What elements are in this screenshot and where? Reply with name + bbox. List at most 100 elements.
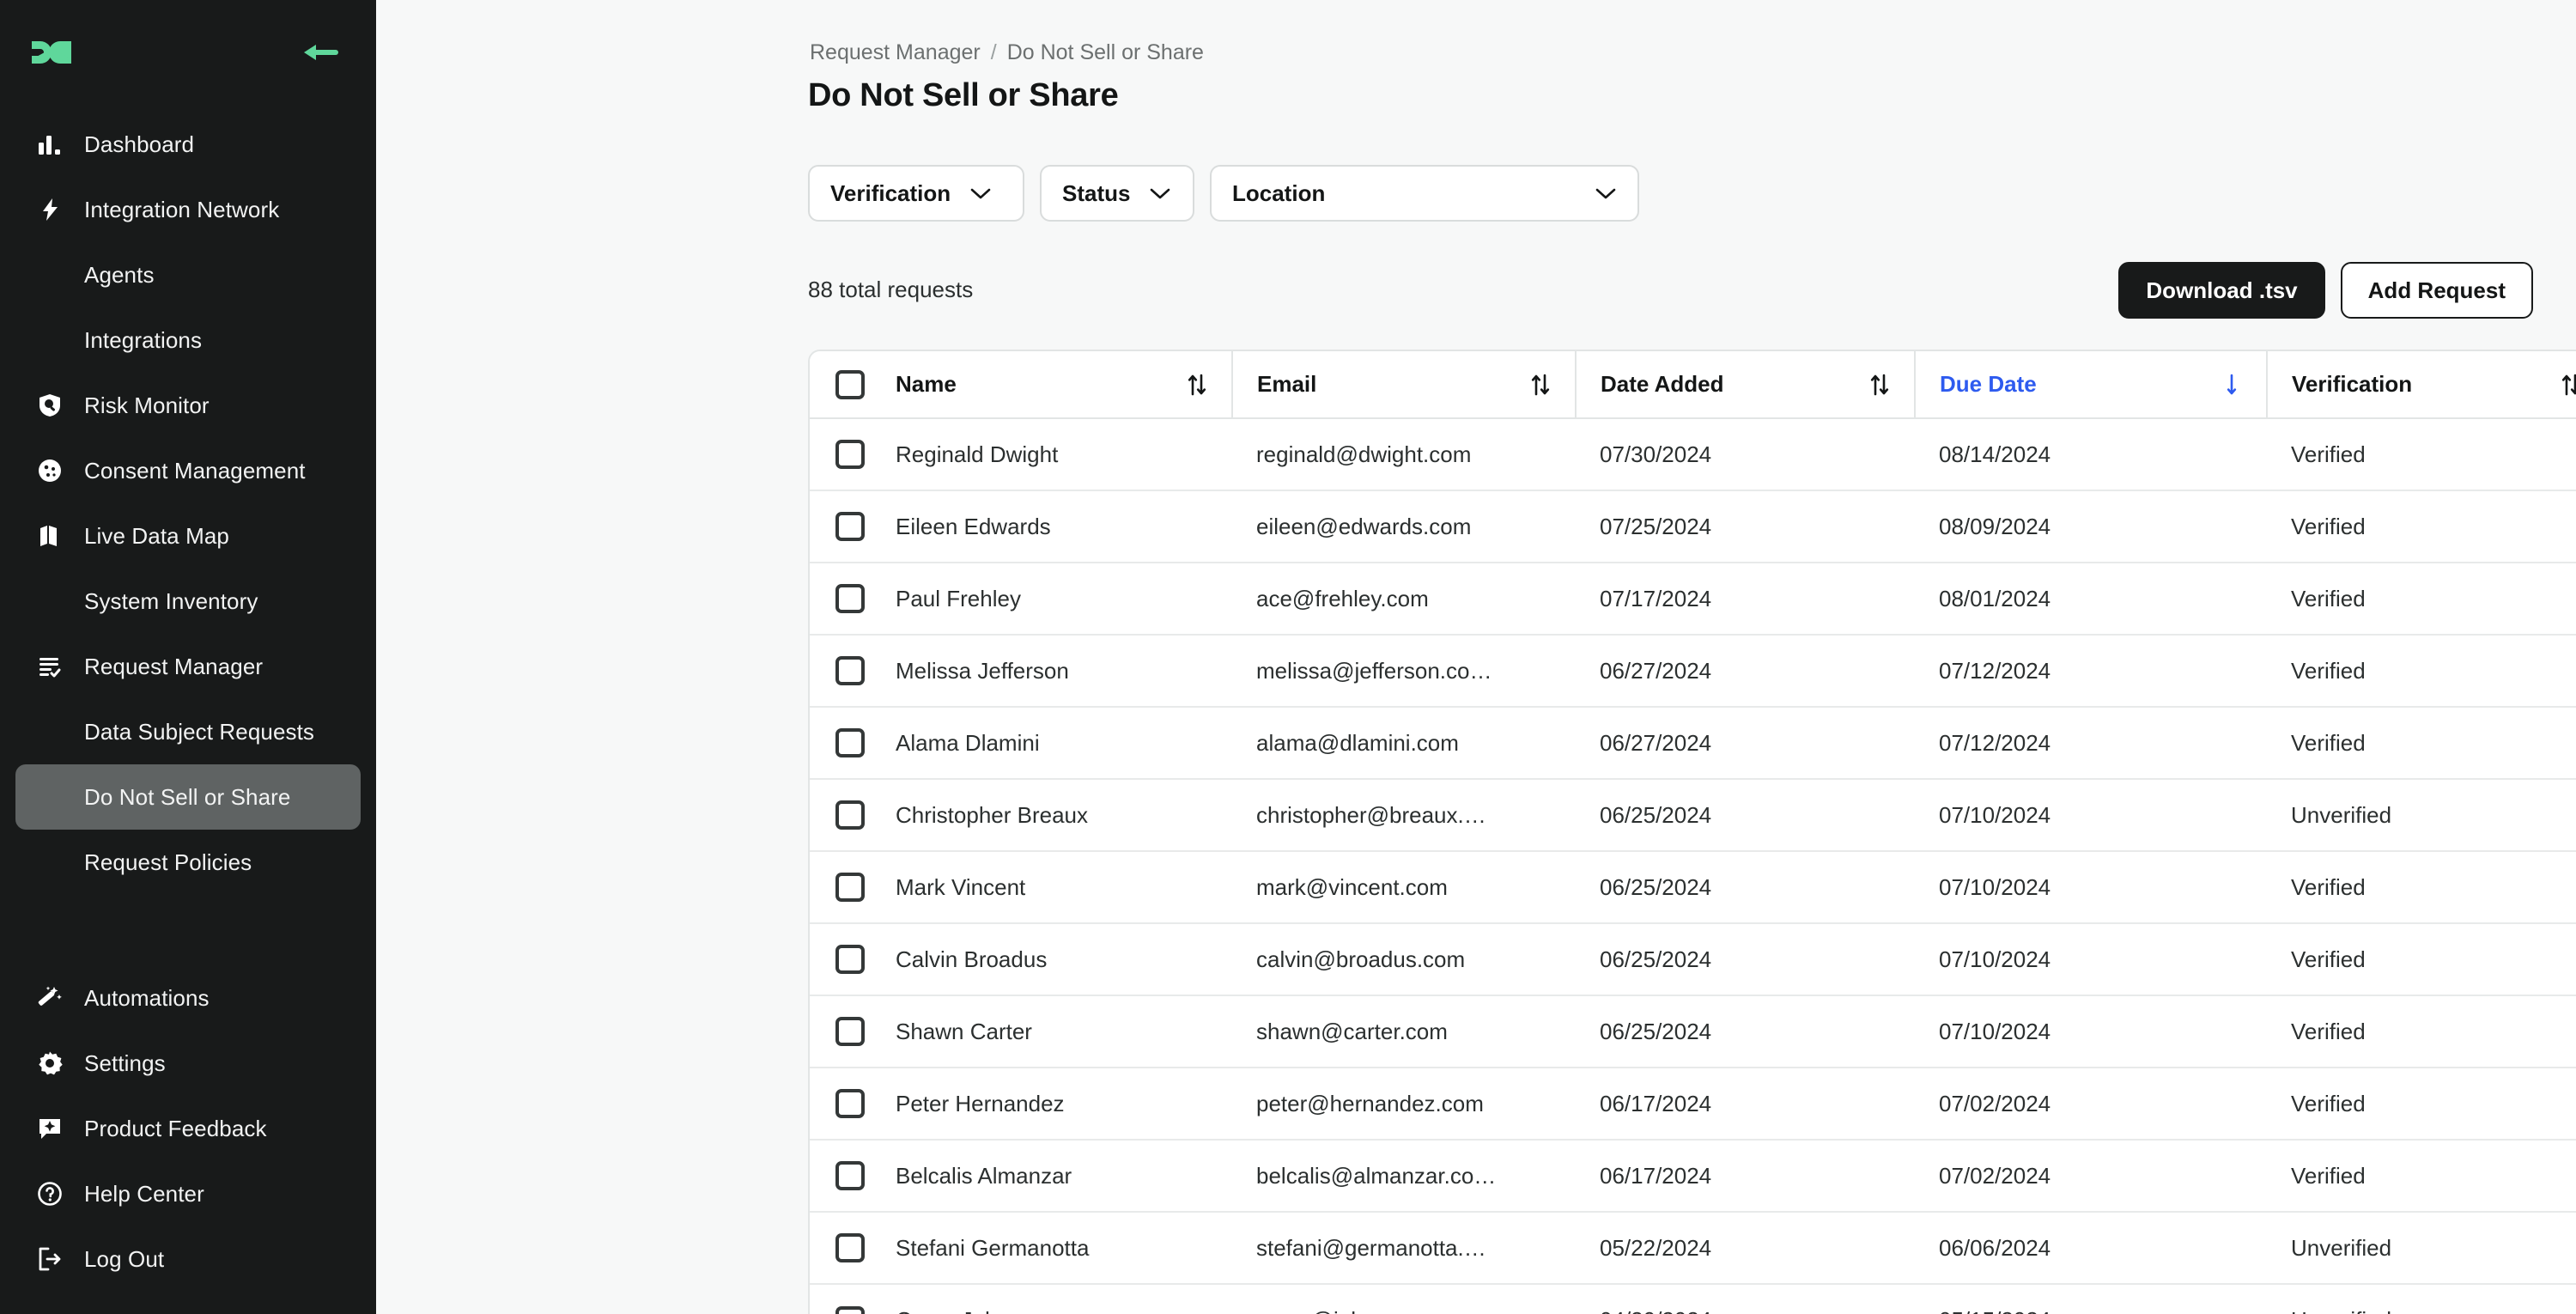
sidebar-item-do-not-sell-or-share[interactable]: Do Not Sell or Share <box>15 764 361 830</box>
row-select-checkbox[interactable] <box>835 1017 865 1046</box>
collapse-sidebar-arrow-icon[interactable] <box>297 38 345 67</box>
column-header-verification[interactable]: Verification <box>2267 351 2576 419</box>
sidebar-item-risk-monitor[interactable]: Risk Monitor <box>15 373 361 438</box>
row-select-checkbox[interactable] <box>835 1089 865 1118</box>
sidebar-item-data-subject-requests[interactable]: Data Subject Requests <box>15 699 361 764</box>
table-row[interactable]: Melissa Jefferson melissa@jefferson.co… 06… <box>810 635 2576 708</box>
row-select-checkbox[interactable] <box>835 656 865 685</box>
table-row[interactable]: Calvin Broadus calvin@broadus.com 06/25/20… <box>810 923 2576 996</box>
sidebar-item-label: Log Out <box>84 1245 165 1272</box>
cell-date-added: 06/17/2024 <box>1576 1068 1915 1141</box>
cell-name: Christopher Breaux <box>872 779 1232 852</box>
table-row[interactable]: Eileen Edwards eileen@edwards.com 07/25/20… <box>810 490 2576 563</box>
cell-date-added: 05/22/2024 <box>1576 1212 1915 1285</box>
magic-wand-icon <box>34 982 65 1013</box>
cell-verification: Verified <box>2267 995 2576 1068</box>
sidebar-item-settings[interactable]: Settings <box>15 1031 361 1096</box>
column-header-date-added[interactable]: Date Added <box>1576 351 1916 419</box>
table-row[interactable]: Reginald Dwight reginald@dwight.com 07/30/… <box>810 418 2576 491</box>
sidebar-secondary-nav: Automations Settings Product Feedback He… <box>0 965 376 1314</box>
sidebar-item-dashboard[interactable]: Dashboard <box>15 112 361 177</box>
cell-email: calvin@broadus.com <box>1232 923 1576 996</box>
sort-descending-icon[interactable] <box>2221 373 2242 397</box>
cell-date-added: 07/17/2024 <box>1576 563 1915 636</box>
cell-email: reginald@dwight.com <box>1232 418 1576 491</box>
row-select-checkbox[interactable] <box>835 873 865 902</box>
table-row[interactable]: Shawn Carter shawn@carter.com 06/25/2024 07… <box>810 995 2576 1068</box>
filter-status[interactable]: Status <box>1040 165 1194 222</box>
cell-email: peter@hernandez.com <box>1232 1068 1576 1141</box>
sort-updown-icon[interactable] <box>1869 373 1890 397</box>
column-header-email[interactable]: Email <box>1232 351 1577 419</box>
sidebar-item-help-center[interactable]: Help Center <box>15 1161 361 1226</box>
cell-email: stefani@germanotta.… <box>1232 1212 1576 1285</box>
sidebar-item-live-data-map[interactable]: Live Data Map <box>15 503 361 569</box>
table-row[interactable]: Caryn Johnsoncaryn@johnson.com04/30/2024… <box>810 1284 2576 1314</box>
row-select-checkbox[interactable] <box>835 1161 865 1190</box>
filter-location[interactable]: Location <box>1210 165 1639 222</box>
select-all-checkbox[interactable] <box>835 369 865 399</box>
sidebar-primary-nav: Dashboard Integration Network Agents Int… <box>0 112 376 895</box>
sidebar-item-system-inventory[interactable]: System Inventory <box>15 569 361 634</box>
sidebar-item-label: Request Policies <box>84 849 252 875</box>
cell-due-date: 07/10/2024 <box>1915 851 2267 924</box>
sidebar-item-label: Help Center <box>84 1180 204 1207</box>
sidebar-item-request-policies[interactable]: Request Policies <box>15 830 361 895</box>
filter-bar: Verification Status Location <box>808 165 1639 222</box>
cell-verification: Verified <box>2267 707 2576 780</box>
sidebar-item-log-out[interactable]: Log Out <box>15 1226 361 1292</box>
column-header-due-date[interactable]: Due Date <box>1915 351 2268 419</box>
sidebar-item-label: System Inventory <box>84 587 258 614</box>
cell-name: Melissa Jefferson <box>872 635 1232 708</box>
row-select-checkbox[interactable] <box>835 584 865 613</box>
table-row[interactable]: Peter Hernandez peter@hernandez.com 06/17/… <box>810 1068 2576 1141</box>
row-select-checkbox[interactable] <box>835 800 865 830</box>
cell-name: Eileen Edwards <box>872 490 1232 563</box>
download-tsv-button[interactable]: Download .tsv <box>2118 262 2325 319</box>
row-select-checkbox[interactable] <box>835 1305 865 1314</box>
table-row[interactable]: Alama Dlamini alama@dlamini.com 06/27/2024… <box>810 707 2576 780</box>
breadcrumb-parent-link[interactable]: Request Manager <box>810 40 981 64</box>
row-select-checkbox[interactable] <box>835 728 865 757</box>
sidebar-item-label: Automations <box>84 984 210 1011</box>
sort-updown-icon[interactable] <box>1187 373 1207 397</box>
sidebar-header <box>0 29 376 76</box>
row-select-checkbox[interactable] <box>835 512 865 541</box>
table-row[interactable]: Belcalis Almanzar belcalis@almanzar.co… 06… <box>810 1140 2576 1213</box>
cell-date-added: 06/25/2024 <box>1576 851 1915 924</box>
filter-verification[interactable]: Verification <box>808 165 1024 222</box>
row-select-checkbox[interactable] <box>835 1233 865 1262</box>
add-request-button[interactable]: Add Request <box>2340 262 2533 319</box>
list-check-icon <box>34 651 65 682</box>
sidebar-item-integration-network[interactable]: Integration Network <box>15 177 361 242</box>
column-label: Name <box>896 371 957 397</box>
sidebar-item-automations[interactable]: Automations <box>15 965 361 1031</box>
sidebar-item-integrations[interactable]: Integrations <box>15 307 361 373</box>
sidebar-item-agents[interactable]: Agents <box>15 242 361 307</box>
sidebar-item-product-feedback[interactable]: Product Feedback <box>15 1096 361 1161</box>
table-row[interactable]: Christopher Breaux christopher@breaux.… 06… <box>810 779 2576 852</box>
table-row[interactable]: Stefani Germanotta stefani@germanotta.… 05… <box>810 1212 2576 1285</box>
cell-date-added: 06/25/2024 <box>1576 779 1915 852</box>
sidebar-item-request-manager[interactable]: Request Manager <box>15 634 361 699</box>
total-requests-count: 88 total requests <box>808 277 974 302</box>
map-icon <box>34 520 65 551</box>
table-body: Reginald Dwight reginald@dwight.com 07/30/… <box>810 418 2576 1314</box>
table-row[interactable]: Mark Vincent mark@vincent.com 06/25/2024 07… <box>810 851 2576 924</box>
cell-email: mark@vincent.com <box>1232 851 1576 924</box>
sidebar-item-label: Live Data Map <box>84 522 229 549</box>
sort-updown-icon[interactable] <box>1530 373 1551 397</box>
cell-email: melissa@jefferson.co… <box>1232 635 1576 708</box>
sidebar-item-label: Integrations <box>84 326 203 353</box>
table-row[interactable]: Paul Frehley ace@frehley.com 07/17/2024 08/… <box>810 563 2576 636</box>
column-header-name[interactable]: Name <box>872 351 1233 419</box>
row-select-checkbox[interactable] <box>835 440 865 469</box>
filter-label: Location <box>1232 179 1326 206</box>
cookie-icon <box>34 455 65 486</box>
column-label: Email <box>1257 371 1317 397</box>
cell-due-date: 06/06/2024 <box>1915 1212 2267 1285</box>
row-select-checkbox[interactable] <box>835 945 865 974</box>
cell-name: Mark Vincent <box>872 851 1232 924</box>
sidebar-item-consent-management[interactable]: Consent Management <box>15 438 361 503</box>
sort-updown-icon[interactable] <box>2561 373 2576 397</box>
